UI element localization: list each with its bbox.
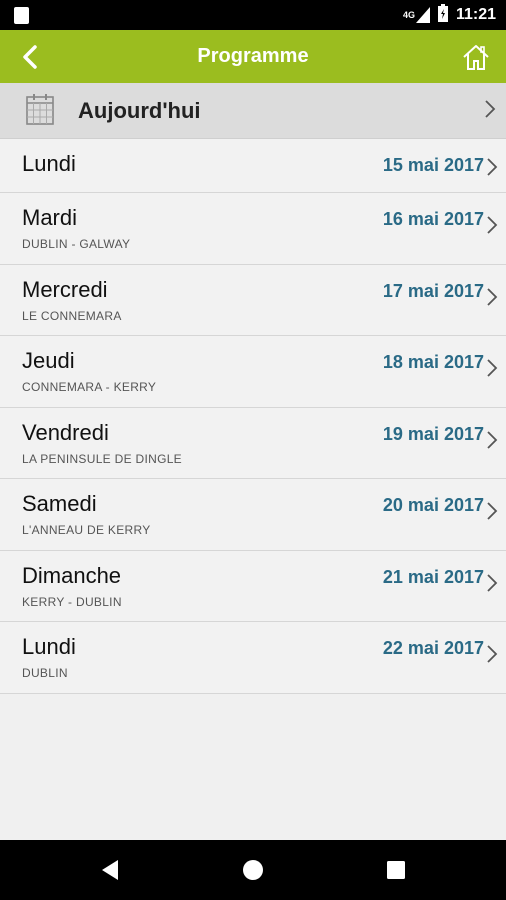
nav-back-button[interactable] <box>80 840 140 900</box>
day-subtitle: KERRY - DUBLIN <box>22 594 122 609</box>
nav-home-button[interactable] <box>223 840 283 900</box>
signal-icon: 4G <box>403 7 430 23</box>
battery-icon <box>437 3 448 27</box>
triangle-back-icon <box>102 860 118 880</box>
sd-card-icon <box>14 7 29 24</box>
day-name: Dimanche <box>22 562 122 588</box>
square-recents-icon <box>387 861 405 879</box>
chevron-right-icon <box>487 502 498 520</box>
day-subtitle: L'ANNEAU DE KERRY <box>22 523 151 537</box>
chevron-right-icon <box>487 645 498 663</box>
day-date: 17 mai 2017 <box>382 280 484 301</box>
day-name: Lundi <box>22 634 76 659</box>
day-subtitle: LE CONNEMARA <box>22 308 122 323</box>
day-date: 22 mai 2017 <box>382 638 484 658</box>
day-name: Jeudi <box>22 348 75 373</box>
day-row-1[interactable]: Lundi 15 mai 2017 <box>0 139 506 193</box>
day-row-2[interactable]: Mardi DUBLIN - GALWAY 16 mai 2017 <box>0 193 506 265</box>
chevron-right-icon <box>487 287 498 306</box>
day-subtitle: DUBLIN <box>22 666 68 680</box>
day-row-3[interactable]: Mercredi LE CONNEMARA 17 mai 2017 <box>0 264 506 336</box>
app-bar: Programme <box>0 30 506 83</box>
nav-recents-button[interactable] <box>366 840 426 900</box>
day-date: 18 mai 2017 <box>382 352 484 372</box>
system-nav-bar <box>0 840 506 900</box>
chevron-right-icon <box>487 158 498 176</box>
day-row-6[interactable]: Samedi L'ANNEAU DE KERRY 20 mai 2017 <box>0 479 506 551</box>
home-button[interactable] <box>454 30 498 83</box>
day-row-4[interactable]: Jeudi CONNEMARA - KERRY 18 mai 2017 <box>0 336 506 408</box>
back-button[interactable] <box>8 30 52 83</box>
day-subtitle: CONNEMARA - KERRY <box>22 380 157 394</box>
day-date: 20 mai 2017 <box>382 495 484 515</box>
day-list: Lundi 15 mai 2017 Mardi DUBLIN - GALWAY … <box>0 139 506 694</box>
status-right: 4G 11:21 <box>403 0 496 30</box>
day-subtitle: LA PENINSULE DE DINGLE <box>22 451 182 466</box>
today-label: Aujourd'hui <box>78 98 201 123</box>
day-date: 15 mai 2017 <box>382 155 484 175</box>
chevron-right-icon <box>487 430 498 449</box>
circle-home-icon <box>243 860 263 880</box>
day-subtitle: DUBLIN - GALWAY <box>22 237 131 251</box>
day-name: Mercredi <box>22 276 108 302</box>
network-type: 4G <box>402 10 415 20</box>
day-date: 19 mai 2017 <box>382 423 484 444</box>
calendar-icon <box>26 94 54 125</box>
chevron-right-icon <box>487 359 498 377</box>
chevron-right-icon <box>487 573 498 592</box>
day-name: Mardi <box>22 205 78 230</box>
page-title: Programme <box>197 45 309 67</box>
day-row-5[interactable]: Vendredi LA PENINSULE DE DINGLE 19 mai 2… <box>0 407 506 479</box>
today-row[interactable]: Aujourd'hui <box>0 83 506 139</box>
day-row-7[interactable]: Dimanche KERRY - DUBLIN 21 mai 2017 <box>0 550 506 622</box>
day-date: 16 mai 2017 <box>382 209 484 229</box>
clock: 11:21 <box>455 6 496 23</box>
chevron-right-icon <box>485 100 496 118</box>
status-bar: 4G 11:21 <box>0 0 506 30</box>
day-row-8[interactable]: Lundi DUBLIN 22 mai 2017 <box>0 622 506 694</box>
day-name: Vendredi <box>22 419 109 445</box>
chevron-right-icon <box>487 216 498 234</box>
day-name: Samedi <box>22 491 97 516</box>
day-date: 21 mai 2017 <box>382 566 484 587</box>
home-icon <box>463 44 489 70</box>
day-name: Lundi <box>22 151 76 176</box>
chevron-left-icon <box>23 44 37 69</box>
